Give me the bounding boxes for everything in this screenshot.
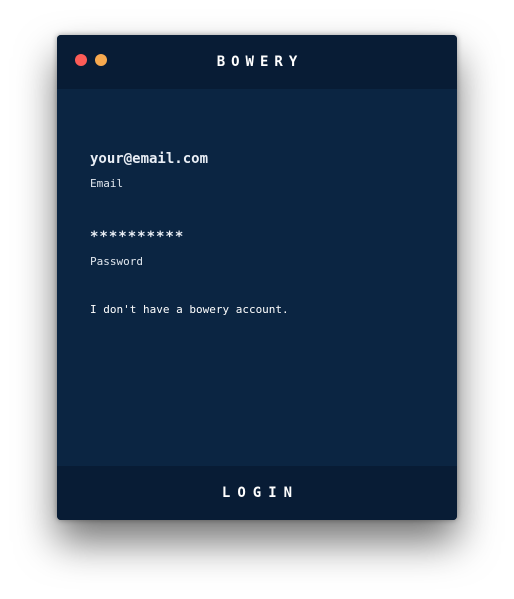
login-button[interactable]: LOGIN <box>57 466 457 520</box>
email-input[interactable]: your@email.com <box>90 151 208 167</box>
title-bar: BOWERY <box>57 35 457 89</box>
email-label: Email <box>90 177 124 190</box>
password-input[interactable]: ********** <box>90 229 184 245</box>
stage: BOWERY your@email.com Email ********** P… <box>0 0 514 599</box>
login-button-label: LOGIN <box>221 485 300 501</box>
app-title: BOWERY <box>216 54 304 70</box>
no-account-link[interactable]: I don't have a bowery account. <box>90 303 289 316</box>
password-label: Password <box>90 255 143 268</box>
login-window: BOWERY your@email.com Email ********** P… <box>57 35 457 520</box>
